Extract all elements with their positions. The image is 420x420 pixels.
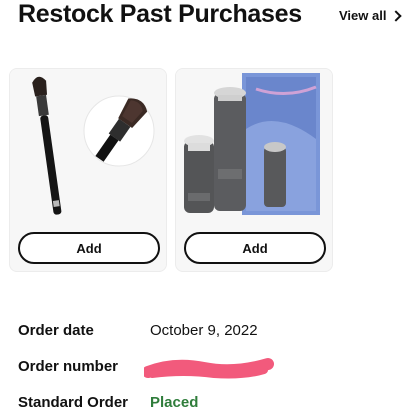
- order-status-value: Placed: [150, 394, 199, 411]
- order-type-label: Standard Order: [18, 394, 129, 411]
- product-image-brush: [10, 69, 166, 229]
- order-date-value: October 9, 2022: [150, 322, 258, 339]
- order-date-row: Order date October 9, 2022: [18, 322, 410, 346]
- order-type-row: Standard Order Placed: [18, 394, 410, 418]
- product-card[interactable]: Add: [9, 68, 167, 272]
- order-date-label: Order date: [18, 322, 94, 339]
- chevron-right-icon: [390, 10, 403, 22]
- product-image-hair-kit: [176, 69, 332, 229]
- product-card[interactable]: Add: [175, 68, 333, 272]
- section-title: Restock Past Purchases: [18, 0, 302, 28]
- product-carousel: Add Add: [9, 68, 420, 272]
- add-button[interactable]: Add: [18, 232, 160, 264]
- add-button[interactable]: Add: [184, 232, 326, 264]
- redaction-scribble: [144, 358, 274, 379]
- section-header: Restock Past Purchases View all: [18, 0, 410, 38]
- order-number-row: Order number: [18, 358, 410, 382]
- order-number-label: Order number: [18, 358, 119, 375]
- view-all-link[interactable]: View all: [339, 8, 403, 23]
- view-all-label: View all: [339, 8, 387, 23]
